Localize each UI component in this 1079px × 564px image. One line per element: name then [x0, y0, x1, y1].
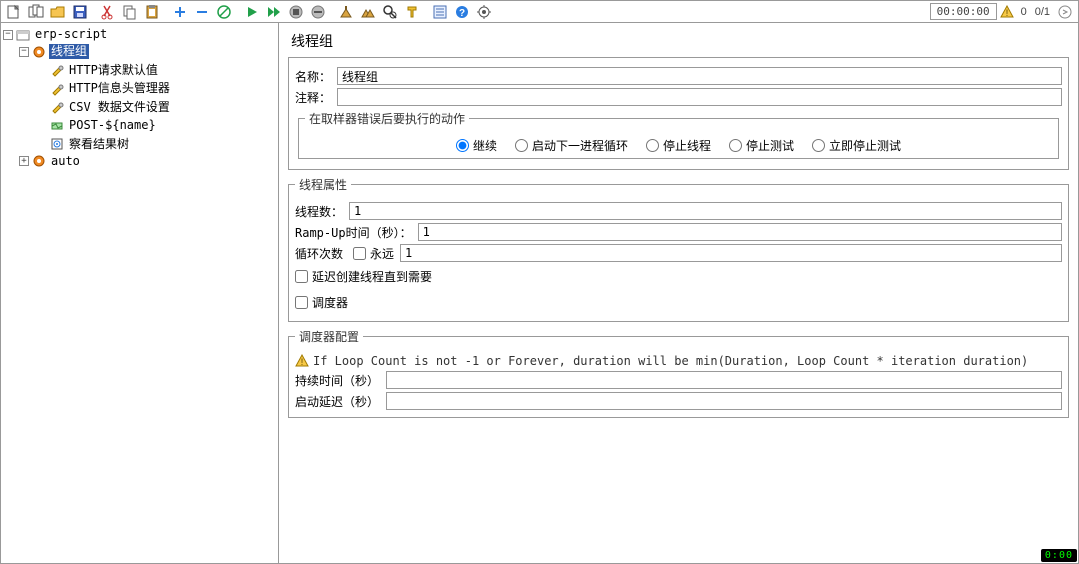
panel-title: 线程组	[291, 31, 1072, 51]
startup-delay-label: 启动延迟（秒）	[295, 393, 380, 410]
warning-count: 0	[1021, 6, 1027, 18]
save-icon[interactable]	[70, 2, 90, 22]
tree-item-label[interactable]: HTTP请求默认值	[67, 63, 160, 78]
radio-stop-thread[interactable]: 停止线程	[646, 137, 711, 154]
toolbar: ? 00:00:00 ! 0 0/1	[1, 1, 1078, 23]
clear-all-icon[interactable]	[358, 2, 378, 22]
new-icon[interactable]	[4, 2, 24, 22]
tree-expand-icon[interactable]: +	[19, 156, 29, 166]
footer-clock: 0:00	[1041, 549, 1077, 562]
tree-threadgroup-label[interactable]: 线程组	[49, 44, 89, 59]
stop-icon[interactable]	[286, 2, 306, 22]
threadgroup-icon	[31, 153, 47, 169]
start-no-timers-icon[interactable]	[264, 2, 284, 22]
reset-search-icon[interactable]	[402, 2, 422, 22]
function-helper-icon[interactable]	[430, 2, 450, 22]
start-icon[interactable]	[242, 2, 262, 22]
tree-root-label[interactable]: erp-script	[33, 27, 109, 42]
tree-collapse-icon[interactable]: −	[19, 47, 29, 57]
thread-props-fieldset: 线程属性 线程数： Ramp-Up时间（秒）： 循环次数 永远 延迟创建线程直到…	[288, 176, 1069, 322]
warning-icon[interactable]: !	[999, 4, 1015, 20]
svg-text:?: ?	[459, 8, 465, 19]
svg-text:!: !	[1005, 8, 1008, 18]
delay-create-checkbox[interactable]: 延迟创建线程直到需要	[295, 268, 432, 285]
duration-input[interactable]	[386, 371, 1062, 389]
forever-checkbox[interactable]: 永远	[353, 245, 394, 262]
comment-input[interactable]	[337, 88, 1062, 106]
cut-icon[interactable]	[98, 2, 118, 22]
editor-panel: 线程组 名称： 注释： 在取样器错误后要执行的动作 继续 启动下一进程循环 停止…	[279, 23, 1078, 563]
loop-input[interactable]	[400, 244, 1062, 262]
threads-input[interactable]	[349, 202, 1062, 220]
threads-label: 线程数：	[295, 203, 343, 220]
config-icon	[49, 62, 65, 78]
open-icon[interactable]	[48, 2, 68, 22]
config-icon	[49, 81, 65, 97]
copy-icon[interactable]	[120, 2, 140, 22]
tree-item-label[interactable]: 察看结果树	[67, 137, 131, 152]
name-label: 名称：	[295, 68, 331, 85]
sampler-icon	[49, 118, 65, 134]
tree-item-label[interactable]: auto	[49, 154, 82, 169]
tree-item-label[interactable]: POST-${name}	[67, 118, 158, 133]
on-error-legend: 在取样器错误后要执行的动作	[305, 110, 469, 127]
templates-icon[interactable]	[26, 2, 46, 22]
loop-label: 循环次数	[295, 245, 343, 262]
scheduler-note: If Loop Count is not -1 or Forever, dura…	[313, 354, 1028, 368]
scheduler-fieldset: 调度器配置 ! If Loop Count is not -1 or Forev…	[288, 328, 1069, 418]
testplan-icon	[15, 27, 31, 43]
shutdown-icon[interactable]	[308, 2, 328, 22]
basic-fieldset: 名称： 注释： 在取样器错误后要执行的动作 继续 启动下一进程循环 停止线程 停…	[288, 57, 1069, 170]
scheduler-checkbox[interactable]: 调度器	[295, 294, 348, 311]
add-icon[interactable]	[170, 2, 190, 22]
search-icon[interactable]	[380, 2, 400, 22]
tree-item-label[interactable]: HTTP信息头管理器	[67, 81, 172, 96]
help-icon[interactable]: ?	[452, 2, 472, 22]
name-input[interactable]	[337, 67, 1062, 85]
radio-continue[interactable]: 继续	[456, 137, 497, 154]
radio-stop-now[interactable]: 立即停止测试	[812, 137, 901, 154]
comment-label: 注释：	[295, 89, 331, 106]
clear-icon[interactable]	[336, 2, 356, 22]
test-plan-tree[interactable]: − erp-script − 线程组 HTTP请求默认值	[1, 23, 279, 563]
on-error-fieldset: 在取样器错误后要执行的动作 继续 启动下一进程循环 停止线程 停止测试 立即停止…	[298, 110, 1059, 159]
warning-icon: !	[295, 354, 309, 368]
tree-item-label[interactable]: CSV 数据文件设置	[67, 100, 172, 115]
remove-icon[interactable]	[192, 2, 212, 22]
config-icon	[49, 99, 65, 115]
scheduler-legend: 调度器配置	[295, 328, 363, 345]
expand-icon[interactable]	[1055, 2, 1075, 22]
radio-next-loop[interactable]: 启动下一进程循环	[515, 137, 628, 154]
duration-label: 持续时间（秒）	[295, 372, 380, 389]
radio-stop-test[interactable]: 停止测试	[729, 137, 794, 154]
thread-props-legend: 线程属性	[295, 176, 351, 193]
rampup-label: Ramp-Up时间（秒）：	[295, 224, 412, 241]
svg-text:!: !	[301, 357, 304, 367]
options-icon[interactable]	[474, 2, 494, 22]
elapsed-time: 00:00:00	[930, 3, 997, 20]
remove-stop-icon[interactable]	[214, 2, 234, 22]
thread-count: 0/1	[1035, 6, 1050, 18]
paste-icon[interactable]	[142, 2, 162, 22]
startup-delay-input[interactable]	[386, 392, 1062, 410]
tree-collapse-icon[interactable]: −	[3, 30, 13, 40]
rampup-input[interactable]	[418, 223, 1062, 241]
listener-icon	[49, 136, 65, 152]
threadgroup-icon	[31, 44, 47, 60]
